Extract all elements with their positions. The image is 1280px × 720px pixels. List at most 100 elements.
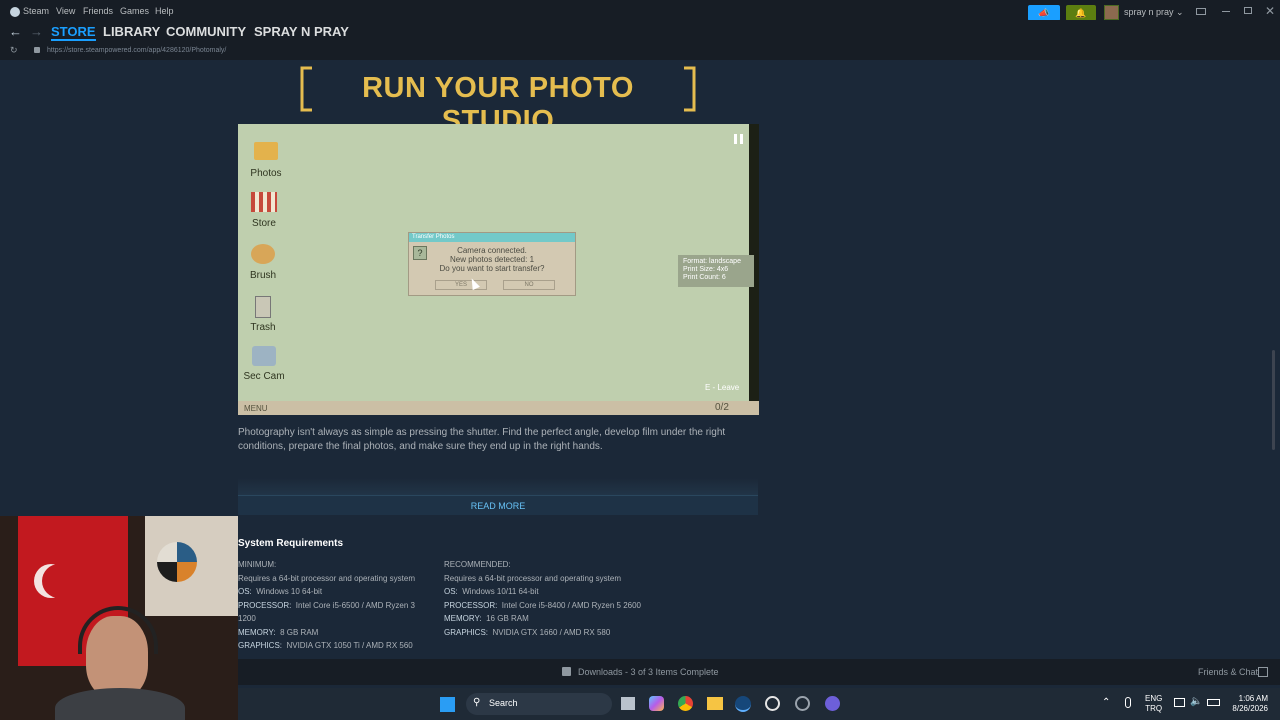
- media-player[interactable]: Photos Store Brush Trash Sec Cam Transfe…: [238, 124, 759, 415]
- announcements-button[interactable]: 📣: [1028, 5, 1060, 21]
- battery-icon[interactable]: [1207, 699, 1220, 706]
- camera-icon: [252, 346, 276, 366]
- dialog-line-1: Camera connected.: [457, 246, 527, 255]
- person-shirt: [55, 688, 185, 720]
- chrome-icon[interactable]: [678, 696, 693, 711]
- scrollbar-thumb[interactable]: [1272, 350, 1275, 450]
- min-processor: PROCESSOR: Intel Core i5-6500 / AMD Ryze…: [238, 600, 415, 624]
- pause-button[interactable]: [732, 132, 746, 146]
- format-label: Format: landscape: [683, 258, 741, 265]
- downloads-status[interactable]: Downloads - 3 of 3 Items Complete: [578, 667, 719, 677]
- fade-decoration: [238, 478, 758, 495]
- min-memory: MEMORY: 8 GB RAM: [238, 627, 319, 637]
- network-icon[interactable]: [1174, 698, 1185, 707]
- desktop-icon-store[interactable]: Store: [239, 192, 289, 229]
- steam-logo-icon[interactable]: [10, 7, 20, 17]
- megaphone-icon: 📣: [1038, 7, 1050, 18]
- microphone-icon[interactable]: [1125, 697, 1131, 708]
- transfer-dialog: Transfer Photos ? Camera connected. New …: [408, 232, 576, 296]
- downloads-icon[interactable]: [562, 667, 571, 676]
- back-arrow-icon[interactable]: ←: [9, 24, 22, 39]
- restore-icon[interactable]: [1244, 7, 1252, 14]
- avatar[interactable]: [1104, 5, 1119, 20]
- close-icon[interactable]: ✕: [1265, 4, 1275, 18]
- file-explorer-icon[interactable]: [707, 697, 723, 710]
- minimize-icon[interactable]: [1222, 11, 1230, 12]
- taskbar-search[interactable]: ⚲ Search: [466, 693, 612, 715]
- tray-chevron-icon[interactable]: ⌃: [1102, 697, 1110, 708]
- big-picture-icon[interactable]: [1196, 8, 1206, 15]
- forward-arrow-icon[interactable]: →: [30, 24, 43, 39]
- read-more-button[interactable]: READ MORE: [238, 495, 758, 515]
- user-menu[interactable]: spray n pray ⌄: [1124, 7, 1184, 18]
- app-icon[interactable]: [795, 696, 810, 711]
- crescent-star-icon: [42, 564, 76, 598]
- dialog-line-3: Do you want to start transfer?: [439, 264, 545, 273]
- game-menu-button[interactable]: MENU: [244, 404, 268, 413]
- shop-icon: [251, 192, 277, 212]
- bell-icon: 🔔: [1075, 7, 1087, 18]
- trash-icon: [255, 296, 271, 318]
- menu-friends[interactable]: Friends: [83, 6, 113, 16]
- sysreq-recommended: RECOMMENDED: Requires a 64-bit processor…: [434, 558, 644, 639]
- leave-hint: E - Leave: [705, 383, 740, 392]
- min-note: Requires a 64-bit processor and operatin…: [238, 573, 415, 583]
- notifications-button[interactable]: 🔔: [1066, 5, 1096, 21]
- poster-circle: [157, 542, 197, 582]
- rec-heading: RECOMMENDED:: [444, 560, 511, 569]
- tab-profile[interactable]: SPRAY N PRAY: [254, 24, 349, 39]
- menu-view[interactable]: View: [56, 6, 75, 16]
- tab-library[interactable]: LIBRARY: [103, 24, 160, 39]
- lock-icon: [34, 47, 40, 53]
- media-player-icon[interactable]: [765, 696, 780, 711]
- menu-games[interactable]: Games: [120, 6, 149, 16]
- dialog-no-button[interactable]: NO: [503, 280, 555, 290]
- url-text[interactable]: https://store.steampowered.com/app/42861…: [47, 47, 226, 54]
- steam-taskbar-icon[interactable]: [735, 696, 751, 712]
- desktop-icon-sec-cam[interactable]: Sec Cam: [239, 346, 289, 382]
- game-status-bar: MENU 0/2: [238, 401, 759, 415]
- rec-os: OS: Windows 10/11 64-bit: [444, 587, 539, 596]
- reload-icon[interactable]: ↻: [10, 45, 18, 56]
- min-os: OS: Windows 10 64-bit: [238, 587, 323, 596]
- menu-help[interactable]: Help: [155, 6, 174, 16]
- volume-icon[interactable]: 🔈: [1190, 696, 1202, 707]
- print-info-panel: Format: landscape Print Size: 4x6 Print …: [678, 255, 754, 287]
- dialog-line-2: New photos detected: 1: [449, 255, 535, 264]
- print-count-label: Print Count: 6: [683, 274, 726, 281]
- desktop-icon-photos[interactable]: Photos: [241, 142, 291, 179]
- clock[interactable]: 1:06 AM 8/26/2026: [1228, 694, 1268, 714]
- rec-note: Requires a 64-bit processor and operatin…: [444, 573, 621, 583]
- print-size-label: Print Size: 4x6: [683, 266, 729, 273]
- min-graphics: GRAPHICS: NVIDIA GTX 1050 Ti / AMD RX 56…: [238, 641, 413, 650]
- webcam-overlay: [0, 516, 238, 720]
- windows-start-icon[interactable]: [440, 697, 455, 712]
- pause-icon: [734, 134, 737, 144]
- search-icon: ⚲: [473, 697, 481, 708]
- hero-title: RUN YOUR PHOTO STUDIO: [298, 64, 698, 137]
- min-heading: MINIMUM:: [238, 560, 277, 569]
- folder-icon: [254, 142, 278, 160]
- friends-chat-button[interactable]: Friends & Chat: [1198, 667, 1258, 677]
- photo-counter: 0/2: [715, 402, 729, 413]
- task-view-icon[interactable]: [621, 697, 635, 710]
- game-description: Photography isn't always as simple as pr…: [238, 427, 726, 452]
- chevron-down-icon: ⌄: [1176, 7, 1184, 17]
- copilot-icon[interactable]: [649, 696, 664, 711]
- sysreq-title: System Requirements: [238, 538, 344, 549]
- tab-community[interactable]: COMMUNITY: [166, 24, 246, 39]
- sysreq-minimum: MINIMUM: Requires a 64-bit processor and…: [238, 558, 434, 653]
- desktop-icon-trash[interactable]: Trash: [238, 296, 288, 333]
- tab-store[interactable]: STORE: [51, 24, 96, 41]
- palette-icon: [251, 244, 275, 264]
- rec-graphics: GRAPHICS: NVIDIA GTX 1660 / AMD RX 580: [444, 627, 611, 637]
- chat-icon[interactable]: [1258, 667, 1268, 677]
- rec-processor: PROCESSOR: Intel Core i5-8400 / AMD Ryze…: [444, 600, 641, 610]
- desktop-icon-brush[interactable]: Brush: [238, 244, 288, 281]
- question-icon: ?: [413, 246, 427, 260]
- dialog-title: Transfer Photos: [409, 233, 575, 242]
- browser-icon[interactable]: [825, 696, 840, 711]
- language-indicator[interactable]: ENG TRQ: [1145, 694, 1162, 714]
- rec-memory: MEMORY: 16 GB RAM: [444, 614, 529, 623]
- menu-steam[interactable]: Steam: [23, 6, 49, 16]
